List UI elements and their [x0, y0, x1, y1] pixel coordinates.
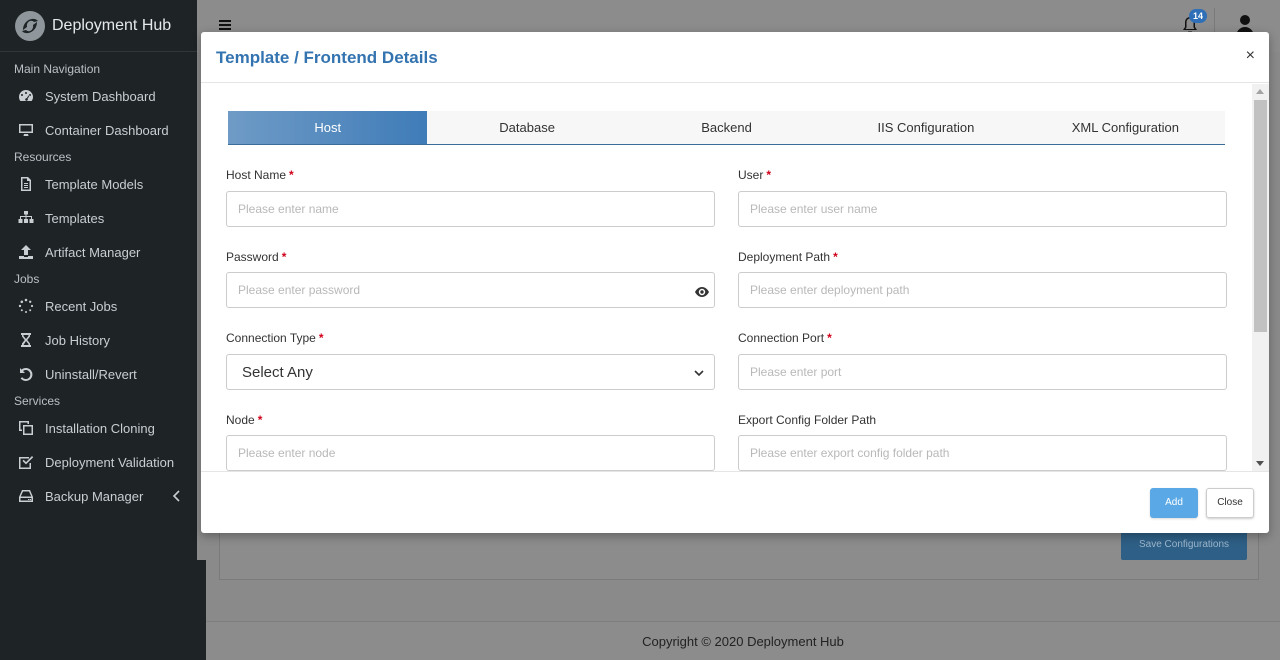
required-mark: * — [289, 168, 294, 182]
modal-header: Template / Frontend Details × — [201, 32, 1269, 83]
sidebar-tail — [0, 560, 206, 660]
connection-port-label: Connection Port * — [738, 331, 832, 345]
host-name-label: Host Name * — [226, 168, 294, 182]
sitemap-icon — [17, 209, 35, 227]
sidebar-item-templates[interactable]: Templates — [0, 201, 197, 235]
required-mark: * — [257, 413, 263, 427]
brand[interactable]: Deployment Hub — [0, 0, 197, 52]
required-mark: * — [827, 331, 832, 345]
sidebar-item-deployment-validation[interactable]: Deployment Validation — [0, 445, 197, 479]
tab-iis-configuration[interactable]: IIS Configuration — [826, 111, 1025, 144]
required-mark: * — [833, 250, 838, 264]
close-button[interactable]: Close — [1206, 488, 1254, 518]
sidebar-item-container-dashboard[interactable]: Container Dashboard — [0, 113, 197, 147]
tab-database[interactable]: Database — [427, 111, 626, 144]
sidebar-item-artifact-manager[interactable]: Artifact Manager — [0, 235, 197, 269]
user-label: User * — [738, 168, 772, 182]
page-footer: Copyright © 2020 Deployment Hub — [206, 621, 1280, 660]
sidebar-item-label: Installation Cloning — [45, 420, 155, 436]
required-mark: * — [281, 250, 287, 264]
connection-port-input[interactable] — [738, 354, 1227, 390]
chevron-left-icon — [172, 490, 180, 502]
nav-section-services: Services — [14, 394, 61, 408]
password-label: Password * — [226, 250, 287, 264]
deployment-path-input[interactable] — [738, 272, 1227, 308]
app-name: Deployment Hub — [52, 16, 172, 34]
chevron-down-icon — [694, 370, 704, 377]
tab-xml-configuration[interactable]: XML Configuration — [1026, 111, 1225, 144]
document-icon — [17, 175, 35, 193]
deployment-path-label: Deployment Path * — [738, 250, 838, 264]
connection-type-value: Select Any — [242, 363, 313, 381]
sidebar-item-template-models[interactable]: Template Models — [0, 167, 197, 201]
sidebar-item-job-history[interactable]: Job History — [0, 323, 197, 357]
sidebar-item-uninstall-revert[interactable]: Uninstall/Revert — [0, 357, 197, 391]
sidebar-item-installation-cloning[interactable]: Installation Cloning — [0, 411, 197, 445]
hourglass-icon — [17, 331, 35, 349]
modal-body: Host Database Backend IIS Configuration … — [201, 84, 1269, 471]
node-label: Node * — [226, 413, 263, 427]
hamburger-menu-icon[interactable] — [219, 20, 231, 30]
scroll-thumb[interactable] — [1254, 100, 1267, 332]
host-name-input[interactable] — [226, 191, 715, 227]
sidebar-item-label: Job History — [45, 332, 111, 348]
modal-close-icon[interactable]: × — [1246, 48, 1255, 64]
export-config-label: Export Config Folder Path — [738, 413, 877, 427]
sidebar-item-label: Templates — [45, 210, 105, 226]
required-mark: * — [766, 168, 772, 182]
sidebar: Deployment Hub Main Navigation System Da… — [0, 0, 197, 560]
sidebar-item-recent-jobs[interactable]: Recent Jobs — [0, 289, 197, 323]
required-mark: * — [318, 331, 324, 345]
save-configurations-button: Save Configurations — [1121, 530, 1247, 560]
tab-bar: Host Database Backend IIS Configuration … — [228, 111, 1225, 145]
nav-section-jobs: Jobs — [14, 272, 40, 286]
sidebar-item-backup-manager[interactable]: Backup Manager — [0, 479, 197, 513]
sidebar-item-label: Container Dashboard — [45, 122, 169, 138]
connection-type-label: Connection Type * — [226, 331, 324, 345]
spinner-icon — [17, 297, 35, 315]
nav-section-resources: Resources — [14, 150, 72, 164]
notification-badge: 14 — [1189, 9, 1207, 23]
drive-icon — [17, 487, 35, 505]
nav-section-main: Main Navigation — [14, 62, 101, 76]
eye-icon[interactable] — [695, 287, 709, 297]
undo-icon — [17, 365, 35, 383]
sidebar-item-label: Recent Jobs — [45, 298, 118, 314]
sidebar-item-label: Template Models — [45, 176, 144, 192]
sidebar-item-system-dashboard[interactable]: System Dashboard — [0, 79, 197, 113]
modal-footer: Add Close — [201, 471, 1269, 533]
export-config-input[interactable] — [738, 435, 1227, 471]
sidebar-item-label: Backup Manager — [45, 488, 144, 504]
checkbox-icon — [17, 453, 35, 471]
dashboard-icon — [17, 87, 35, 105]
template-frontend-modal: Template / Frontend Details × Host Datab… — [201, 32, 1269, 533]
sidebar-item-label: Uninstall/Revert — [45, 366, 137, 382]
sidebar-item-label: System Dashboard — [45, 88, 156, 104]
upload-icon — [17, 243, 35, 261]
add-button[interactable]: Add — [1150, 488, 1198, 518]
password-input[interactable] — [226, 272, 715, 308]
scroll-up-icon[interactable] — [1256, 89, 1264, 94]
modal-scrollbar[interactable] — [1252, 84, 1269, 471]
tab-host[interactable]: Host — [228, 111, 428, 144]
clone-icon — [17, 419, 35, 437]
logo-icon — [15, 10, 45, 41]
modal-title: Template / Frontend Details — [216, 48, 438, 67]
scroll-down-icon[interactable] — [1256, 461, 1264, 466]
sidebar-item-label: Artifact Manager — [45, 244, 141, 260]
node-input[interactable] — [226, 435, 715, 471]
user-input[interactable] — [738, 191, 1227, 227]
connection-type-select[interactable]: Select Any — [226, 354, 715, 390]
monitor-icon — [17, 121, 35, 139]
tab-backend[interactable]: Backend — [627, 111, 826, 144]
sidebar-item-label: Deployment Validation — [45, 454, 175, 470]
